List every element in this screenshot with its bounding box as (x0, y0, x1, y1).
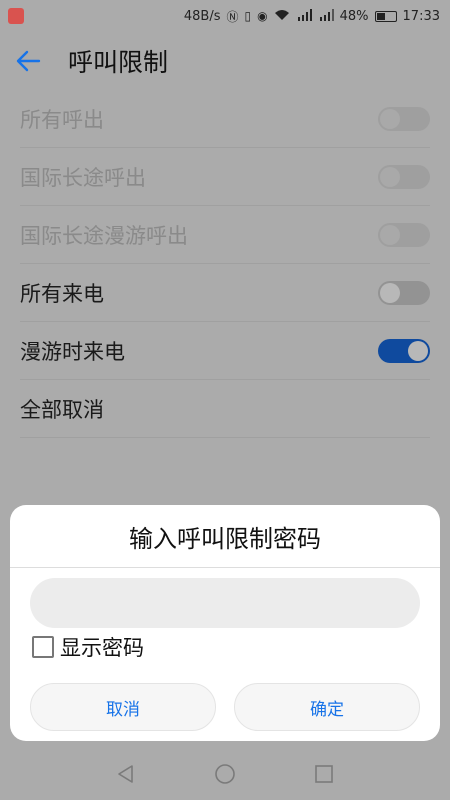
password-input[interactable] (30, 578, 420, 628)
toggle-knob (408, 340, 428, 361)
toggle-knob (380, 108, 400, 129)
clock: 17:33 (402, 8, 440, 24)
signal-4g-icon (296, 8, 312, 24)
toggle-switch[interactable] (378, 164, 430, 189)
status-bar: 48B/s Ⓝ ▯ ◉ 48% 17:33 (0, 0, 450, 32)
app-header: 呼叫限制 (0, 32, 450, 90)
settings-row[interactable]: 全部取消 (20, 380, 430, 438)
battery-fill (376, 12, 385, 20)
settings-row-label: 所有来电 (20, 281, 104, 306)
cancel-button[interactable]: 取消 (30, 683, 216, 731)
vibrate-icon: ▯ (244, 9, 252, 23)
show-password-toggle[interactable]: 显示密码 (32, 632, 144, 662)
nav-bar (0, 752, 450, 800)
show-password-label: 显示密码 (60, 636, 144, 660)
settings-row-label: 国际长途漫游呼出 (20, 223, 188, 248)
settings-row[interactable]: 国际长途呼出 (20, 148, 430, 206)
nav-back-icon[interactable] (116, 764, 136, 788)
toggle-switch[interactable] (378, 106, 430, 131)
settings-row-label: 国际长途呼出 (20, 165, 146, 190)
settings-row-label: 所有呼出 (20, 107, 104, 132)
toggle-knob (380, 166, 400, 187)
toggle-switch[interactable] (378, 338, 430, 363)
dialog-title: 输入呼叫限制密码 (129, 524, 321, 553)
settings-row[interactable]: 漫游时来电 (20, 322, 430, 380)
status-icons: 48B/s Ⓝ ▯ ◉ 48% 17:33 (184, 0, 440, 32)
settings-row-label: 全部取消 (20, 397, 104, 422)
battery-percent: 48% (339, 8, 369, 24)
nav-home-icon[interactable] (214, 763, 236, 789)
back-arrow-icon[interactable] (0, 32, 56, 90)
settings-list: 所有呼出国际长途呼出国际长途漫游呼出 所有来电漫游时来电全部取消 (20, 90, 430, 438)
nfc-icon: Ⓝ (226, 9, 239, 24)
signal-3g-icon (318, 8, 334, 24)
settings-row[interactable]: 国际长途漫游呼出 (20, 206, 430, 264)
settings-row[interactable]: 所有呼出 (20, 90, 430, 148)
password-dialog: 输入呼叫限制密码 显示密码 取消 确定 (10, 505, 440, 741)
toggle-knob (380, 224, 400, 245)
eye-icon: ◉ (257, 9, 268, 23)
toggle-switch[interactable] (378, 280, 430, 305)
wifi-icon (274, 9, 290, 24)
battery-icon (374, 10, 397, 22)
settings-row-label: 漫游时来电 (20, 339, 125, 364)
dialog-divider (10, 567, 440, 568)
page-title: 呼叫限制 (68, 48, 169, 77)
show-password-checkbox[interactable] (32, 636, 54, 658)
nav-recents-icon[interactable] (314, 764, 334, 788)
net-speed: 48B/s (183, 8, 221, 24)
app-notification-icon (8, 8, 24, 24)
toggle-switch[interactable] (378, 222, 430, 247)
toggle-knob (380, 282, 400, 303)
settings-row[interactable]: 所有来电 (20, 264, 430, 322)
ok-button[interactable]: 确定 (234, 683, 420, 731)
